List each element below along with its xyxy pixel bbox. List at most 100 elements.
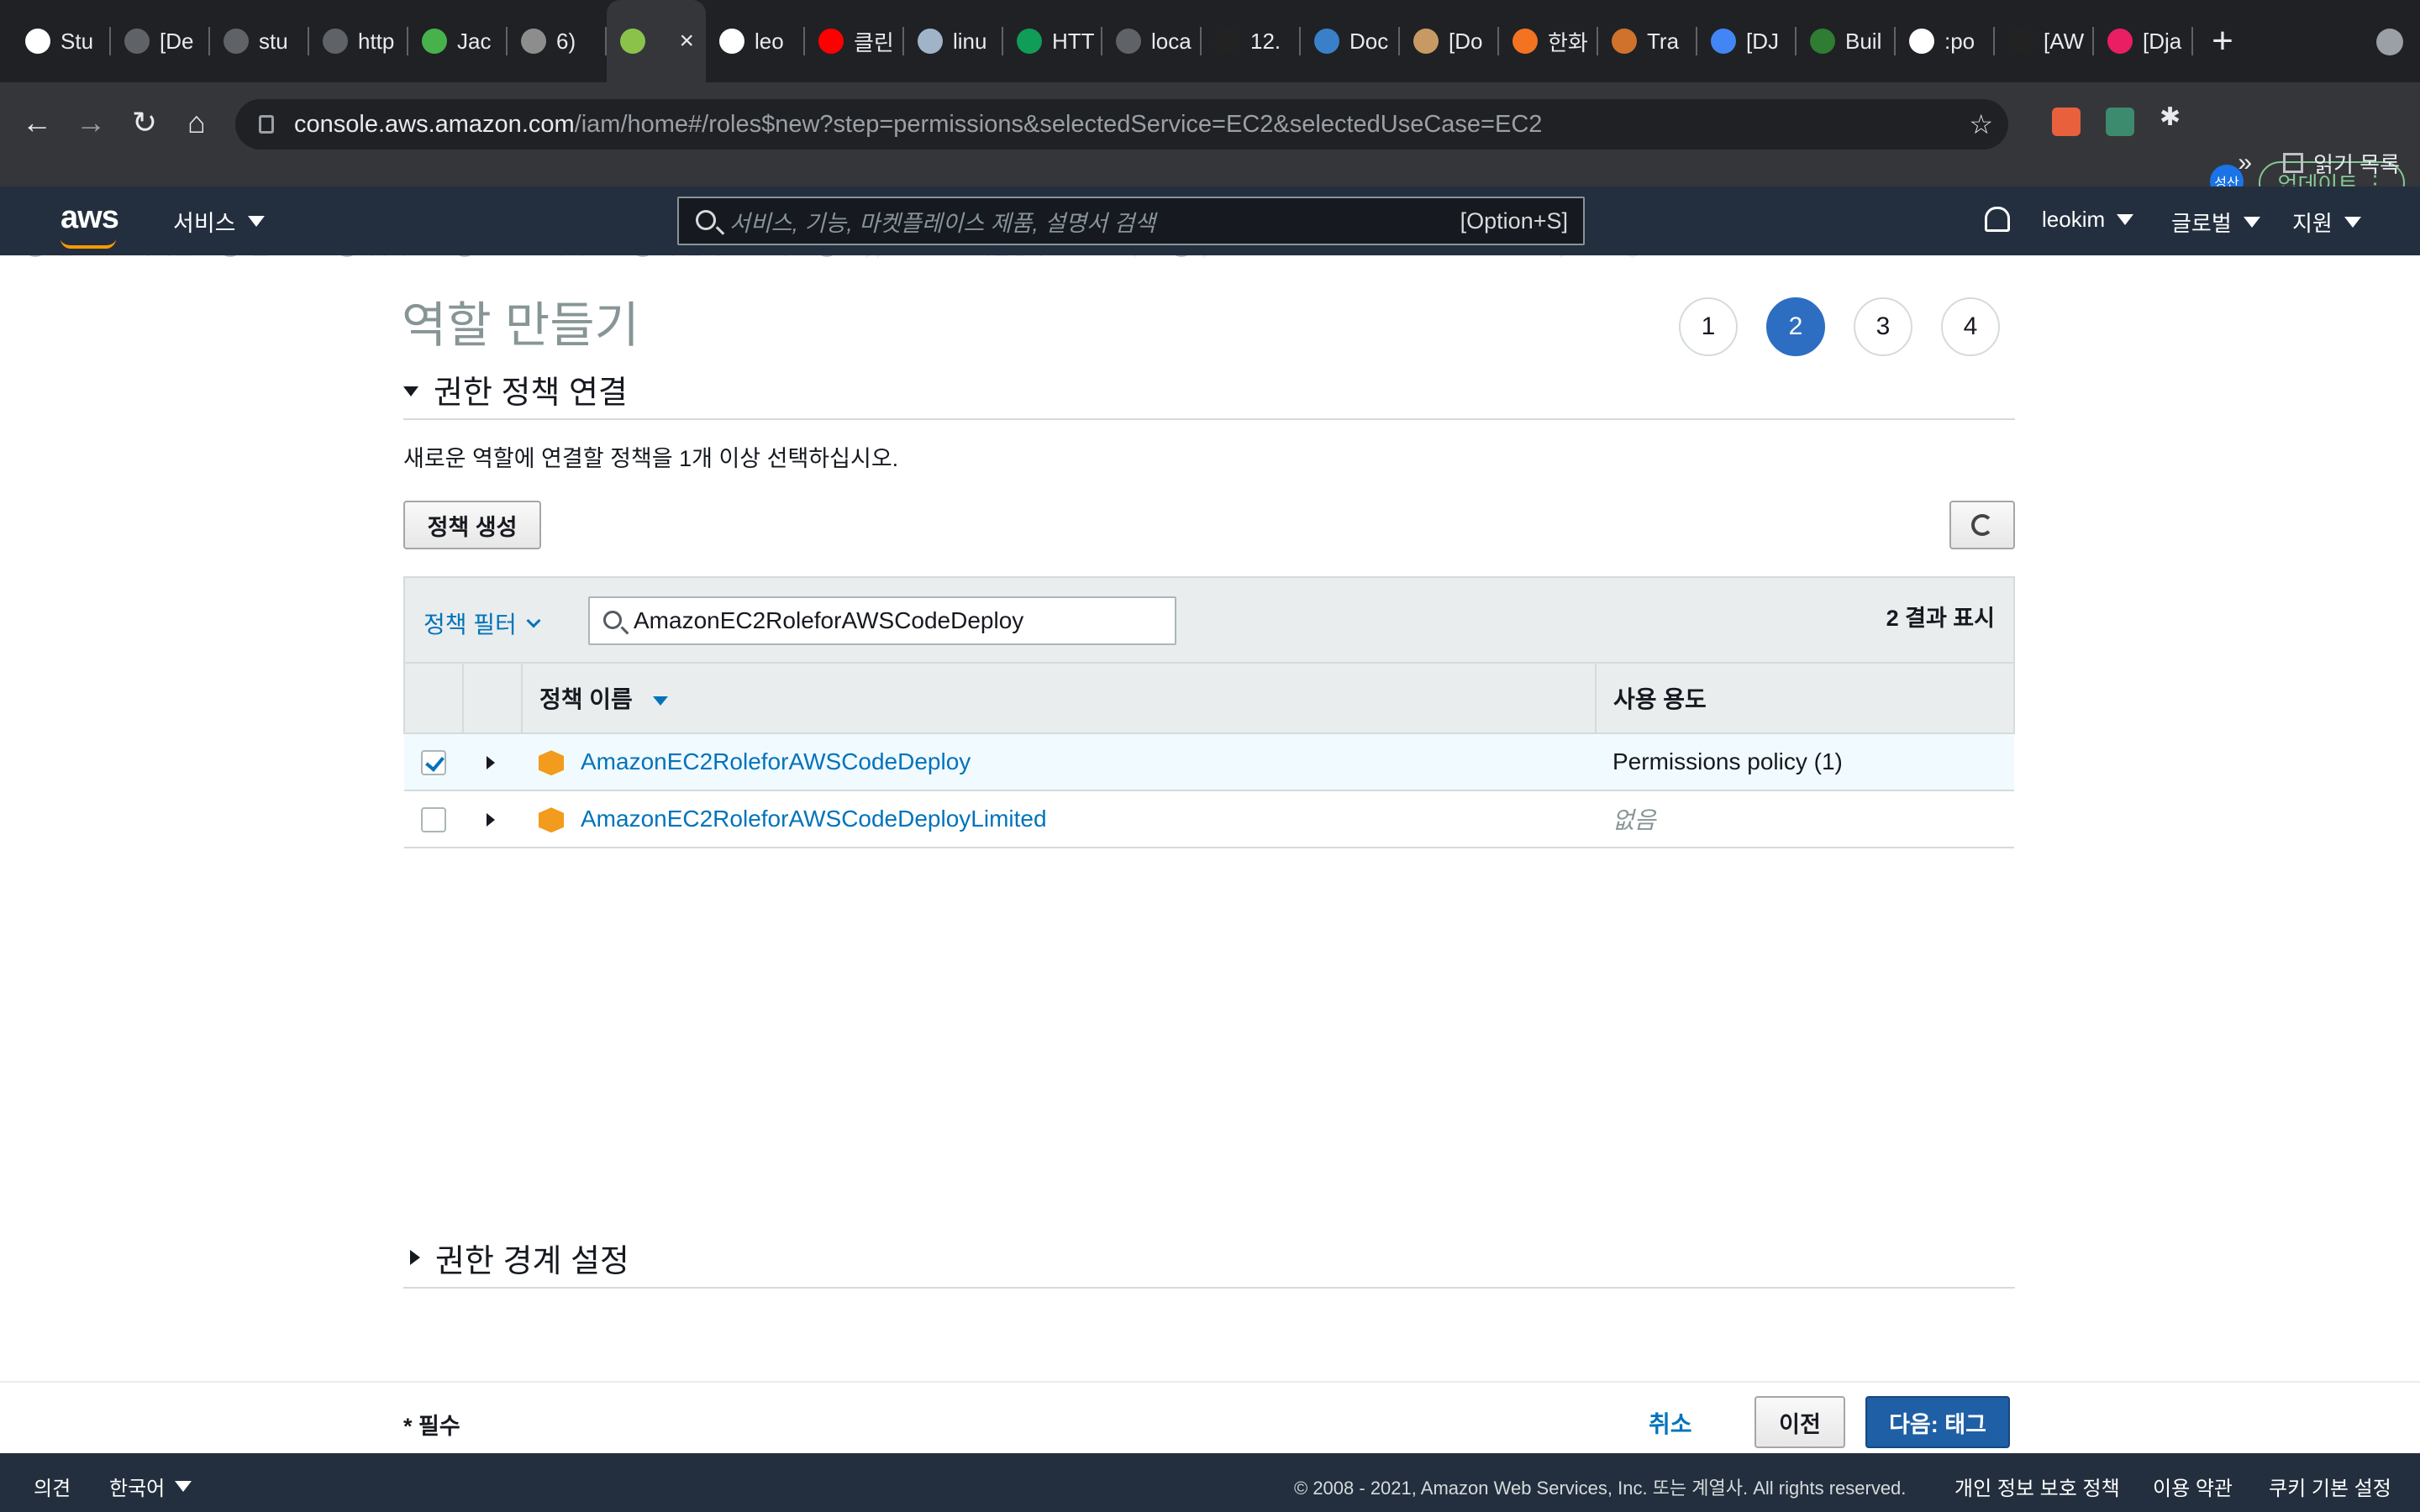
wizard-step-2[interactable]: 2 — [1766, 297, 1825, 356]
browser-tab[interactable]: linu — [904, 0, 1003, 82]
extension-ex-icon[interactable] — [2052, 108, 2081, 136]
policy-search-value: AmazonEC2RoleforAWSCodeDeploy — [634, 607, 1024, 633]
bookmarks-more-button[interactable]: » — [2238, 138, 2252, 188]
services-menu[interactable]: 서비스 — [173, 205, 265, 238]
expand-row-icon[interactable] — [487, 813, 495, 827]
cancel-button[interactable]: 취소 — [1649, 1406, 1692, 1440]
language-selector[interactable]: 한국어 — [109, 1472, 192, 1501]
page-title: 역할 만들기 — [402, 298, 639, 353]
reading-list-label: 읽기 목록 — [2313, 151, 2400, 177]
policy-search-input[interactable]: AmazonEC2RoleforAWSCodeDeploy — [588, 596, 1176, 645]
tab-title: [Do — [1449, 28, 1483, 54]
browser-tab[interactable]: [Do — [1400, 0, 1499, 82]
notifications-bell-icon[interactable] — [1985, 207, 2010, 232]
tab-title: 클린 — [854, 29, 894, 55]
browser-tab[interactable]: [AW — [1995, 0, 2094, 82]
cookie-preferences-link[interactable]: 쿠키 기본 설정 — [2269, 1472, 2391, 1501]
browser-tab[interactable]: stu — [210, 0, 309, 82]
terms-link[interactable]: 이용 약관 — [2153, 1472, 2233, 1501]
browser-tab[interactable]: :po — [1896, 0, 1995, 82]
region-menu[interactable]: 글로벌 — [2171, 207, 2260, 238]
aws-logo[interactable]: aws — [60, 200, 119, 236]
browser-tab[interactable]: Tra — [1598, 0, 1697, 82]
table-row[interactable]: AmazonEC2RoleforAWSCodeDeployLimited 없음 — [404, 790, 2014, 848]
wizard-step-1[interactable]: 1 — [1679, 297, 1738, 356]
browser-tab[interactable]: [Dja — [2094, 0, 2193, 82]
services-caret-icon — [247, 216, 265, 227]
tab-title: loca — [1151, 28, 1192, 54]
tab-favicon-icon — [719, 29, 744, 54]
table-row[interactable]: AmazonEC2RoleforAWSCodeDeploy Permissions… — [404, 732, 2014, 791]
browser-tab[interactable]: [DJ — [1697, 0, 1797, 82]
chevron-down-icon — [526, 613, 541, 628]
account-caret-icon — [2117, 214, 2134, 225]
browser-tab[interactable]: http — [309, 0, 408, 82]
policy-filter-dropdown[interactable]: 정책 필터 — [424, 606, 541, 640]
extensions-puzzle-icon[interactable]: ✱ — [2160, 102, 2188, 131]
browser-tab[interactable]: 12. — [1202, 0, 1301, 82]
tab-favicon-icon — [1215, 29, 1240, 54]
browser-tab[interactable]: HTT — [1003, 0, 1102, 82]
expand-row-icon[interactable] — [487, 756, 495, 769]
extension-s-icon[interactable] — [2106, 108, 2134, 136]
browser-tab[interactable]: Jac — [408, 0, 508, 82]
new-tab-button[interactable]: + — [2193, 20, 2252, 62]
browser-tab[interactable]: 한화 — [1499, 0, 1598, 82]
tab-title: [Dja — [2143, 28, 2182, 54]
reading-list-icon — [2283, 153, 2304, 173]
tab-favicon-icon — [1810, 29, 1835, 54]
tab-search-icon[interactable] — [2376, 29, 2403, 55]
browser-tab[interactable]: leo — [706, 0, 805, 82]
aws-search-input[interactable]: 서비스, 기능, 마켓플레이스 제품, 설명서 검색 [Option+S] — [677, 197, 1585, 245]
browser-tab[interactable]: Buil — [1797, 0, 1896, 82]
bookmark-star-icon[interactable]: ☆ — [1969, 108, 1993, 140]
browser-tab[interactable]: 클린 — [805, 0, 904, 82]
select-cell — [404, 732, 463, 791]
next-tags-button[interactable]: 다음: 태그 — [1865, 1396, 2010, 1448]
policy-name-link[interactable]: AmazonEC2RoleforAWSCodeDeploy — [581, 748, 971, 774]
tab-favicon-icon — [1116, 29, 1141, 54]
policy-filter-bar: 정책 필터 AmazonEC2RoleforAWSCodeDeploy 2 결과… — [403, 576, 2015, 662]
browser-tab[interactable]: × — [607, 0, 706, 82]
browser-tab[interactable]: loca — [1102, 0, 1202, 82]
search-icon — [603, 611, 622, 629]
create-policy-button[interactable]: 정책 생성 — [403, 501, 541, 549]
support-caret-icon — [2344, 217, 2361, 228]
refresh-button[interactable] — [1949, 501, 2015, 549]
browser-tab[interactable]: Doc — [1301, 0, 1400, 82]
reading-list-button[interactable]: 읽기 목록 — [2283, 138, 2400, 188]
wizard-step-3[interactable]: 3 — [1854, 297, 1912, 356]
browser-tab[interactable]: [De — [111, 0, 210, 82]
feedback-link[interactable]: 의견 — [34, 1472, 71, 1501]
account-menu[interactable]: leokim — [2042, 207, 2134, 233]
policy-name-link[interactable]: AmazonEC2RoleforAWSCodeDeployLimited — [581, 806, 1047, 832]
support-menu[interactable]: 지원 — [2292, 207, 2361, 238]
policy-filter-label: 정책 필터 — [424, 612, 517, 638]
wizard-step-4[interactable]: 4 — [1941, 297, 2000, 356]
privacy-link[interactable]: 개인 정보 보호 정책 — [1954, 1472, 2120, 1501]
previous-button[interactable]: 이전 — [1754, 1396, 1845, 1448]
tab-favicon-icon — [1612, 29, 1637, 54]
tab-title: Stu — [60, 28, 94, 54]
policy-checkbox[interactable] — [421, 750, 446, 776]
sort-desc-icon[interactable] — [652, 696, 668, 706]
search-placeholder: 서비스, 기능, 마켓플레이스 제품, 설명서 검색 — [729, 210, 1156, 236]
tab-title: Buil — [1845, 28, 1882, 54]
boundary-section-header[interactable]: 권한 경계 설정 — [403, 1235, 2015, 1289]
language-caret-icon — [175, 1481, 192, 1492]
browser-tab[interactable]: 6) — [508, 0, 607, 82]
close-tab-icon[interactable]: × — [679, 27, 694, 55]
tab-title: 6) — [556, 28, 576, 54]
permissions-section-header[interactable]: 권한 정책 연결 — [403, 366, 2015, 420]
policy-list: 정책 이름 사용 용도 AmazonEC2RoleforAWSCodeDeplo… — [403, 662, 2015, 848]
policy-checkbox[interactable] — [421, 807, 446, 833]
tab-title: http — [358, 28, 395, 54]
policy-table: 정책 필터 AmazonEC2RoleforAWSCodeDeploy 2 결과… — [403, 576, 2015, 848]
tab-title: 한화 — [1548, 29, 1588, 55]
boundary-section-title: 권한 경계 설정 — [435, 1244, 629, 1279]
policy-name-column-header[interactable]: 정책 이름 — [521, 662, 1597, 734]
table-header-row: 정책 이름 사용 용도 — [403, 662, 2015, 734]
permissions-description: 새로운 역할에 연결할 정책을 1개 이상 선택하십시오. — [403, 446, 899, 471]
browser-tab[interactable]: Stu — [12, 0, 111, 82]
policy-name-cell: AmazonEC2RoleforAWSCodeDeployLimited — [522, 790, 1596, 848]
